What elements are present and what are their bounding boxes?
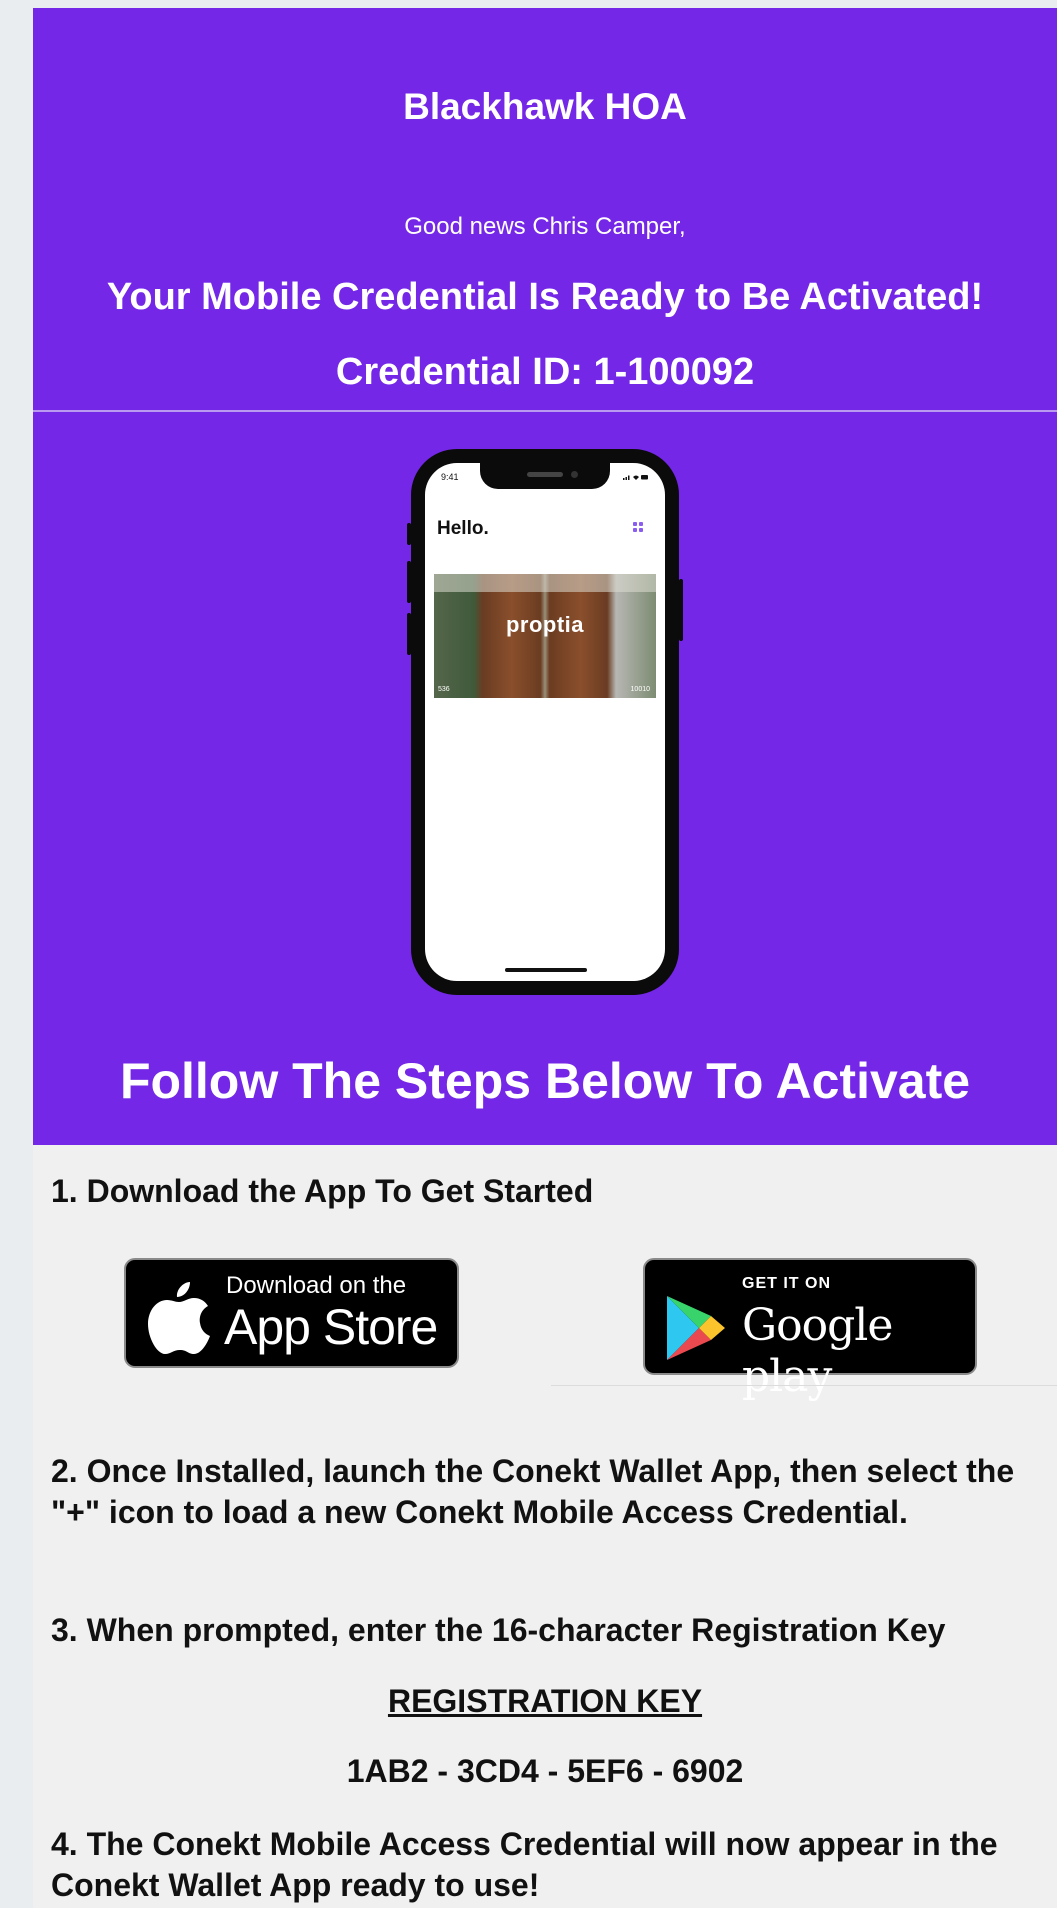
grid-icon [633,522,643,532]
phone-button [407,613,411,655]
app-store-button[interactable]: Download on the App Store [124,1258,459,1368]
phone-mockup: 9:41 Hello. proptia 536 10010 [407,449,683,995]
phone-button [679,579,683,641]
step-3: 3. When prompted, enter the 16-character… [51,1612,946,1648]
app-store-big-text: App Store [224,1299,438,1355]
app-store-small-text: Download on the [226,1272,407,1299]
status-icons [623,475,648,480]
step-2: 2. Once Installed, launch the Conekt Wal… [51,1453,1015,1530]
door-frame [434,574,656,592]
divider [551,1385,1057,1386]
status-time: 9:41 [441,472,459,482]
card-label-right: 10010 [630,686,650,693]
card-label-left: 536 [438,686,450,693]
home-indicator [505,968,587,972]
step-1: 1. Download the App To Get Started [51,1173,594,1209]
apple-icon [148,1282,210,1354]
divider [33,410,1057,412]
app-greeting: Hello. [437,518,489,539]
phone-screen: 9:41 Hello. proptia 536 10010 [425,463,665,981]
registration-key-label: REGISTRATION KEY [387,1683,703,1719]
headline: Your Mobile Credential Is Ready to Be Ac… [106,276,984,318]
registration-key-value: 1AB2 - 3CD4 - 5EF6 - 6902 [346,1753,744,1789]
google-play-big-text: Google play [742,1300,893,1402]
steps-heading: Follow The Steps Below To Activate [119,1053,971,1109]
hero-banner: Blackhawk HOA Good news Chris Camper, Yo… [33,8,1057,1145]
phone-button [407,561,411,603]
google-play-small-text: GET IT ON [742,1275,831,1292]
phone-button [407,523,411,545]
phone-notch [480,463,610,489]
brand-logo: proptia [505,612,585,637]
speaker [527,472,563,477]
google-play-button[interactable]: GET IT ON Google play [643,1258,977,1402]
greeting: Good news Chris Camper, [404,213,686,240]
email-body: Blackhawk HOA Good news Chris Camper, Yo… [33,8,1057,1908]
credential-id: Credential ID: 1-100092 [335,351,755,393]
google-play-icon [667,1296,725,1360]
access-card-image: proptia 536 10010 [434,574,656,698]
camera-icon [571,471,578,478]
org-name: Blackhawk HOA [403,86,687,127]
step-4: 4. The Conekt Mobile Access Credential w… [51,1826,998,1903]
